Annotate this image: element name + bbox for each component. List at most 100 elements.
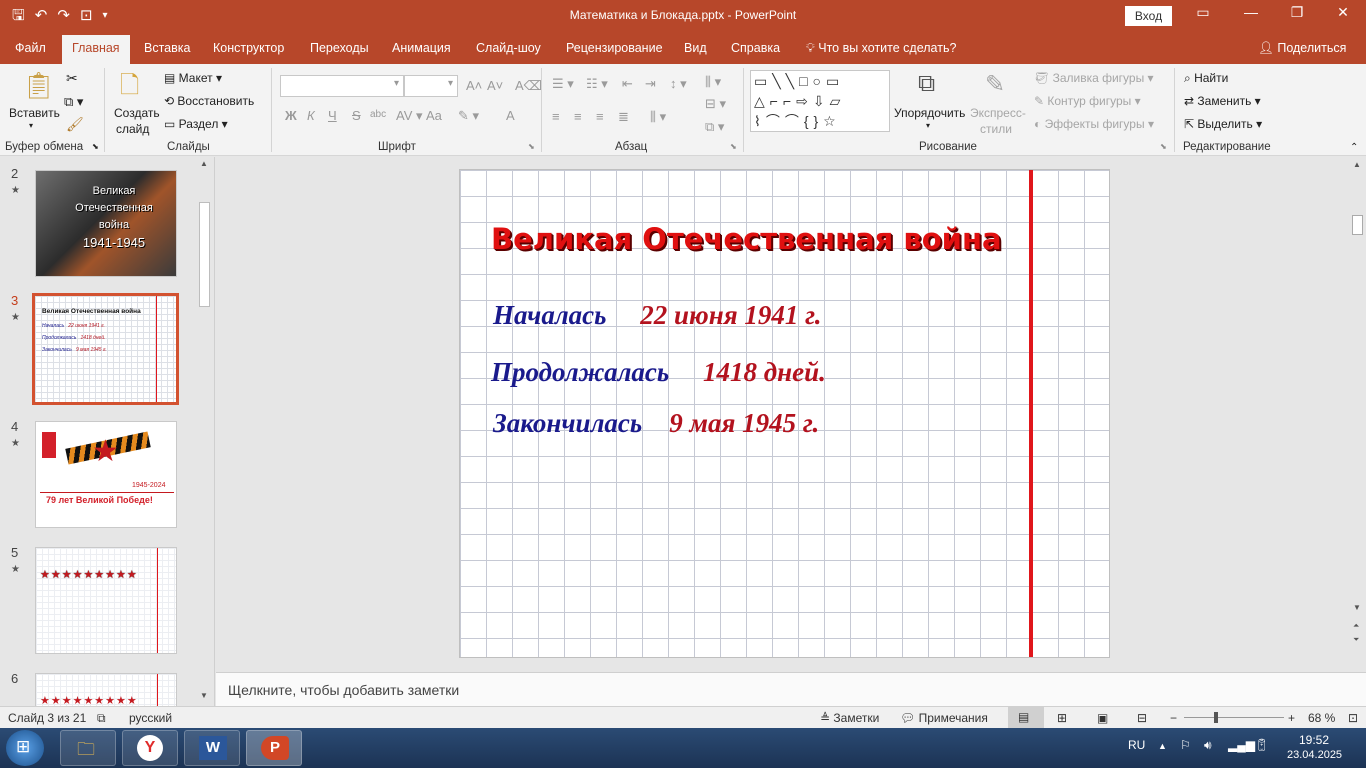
reset-button[interactable]: ⟲ Восстановить [164, 94, 254, 108]
paragraph-launcher-icon[interactable]: ⬊ [730, 142, 737, 151]
next-slide-icon[interactable]: ⏷ [1353, 635, 1359, 645]
section-button[interactable]: ▭ Раздел ▾ [164, 117, 228, 131]
slide-title[interactable]: Великая Отечественная война [491, 222, 1002, 256]
action-center-icon[interactable]: ⚐ [1180, 738, 1191, 752]
shape-outline-button[interactable]: ✎ Контур фигуры ▾ [1034, 94, 1141, 108]
char-spacing-icon[interactable]: AV ▾ [396, 108, 423, 124]
tab-design[interactable]: Конструктор [213, 41, 284, 55]
zoom-slider[interactable] [1184, 717, 1284, 718]
arrange-dropdown-icon[interactable]: ▾ [926, 121, 930, 130]
clock-time[interactable]: 19:52 [1299, 733, 1329, 747]
current-slide[interactable]: Великая Отечественная война Началась 22 … [459, 169, 1110, 658]
tab-view[interactable]: Вид [684, 41, 707, 55]
comments-button[interactable]: 💬︎ Примечания [900, 711, 988, 725]
font-color-button[interactable]: A [506, 108, 515, 123]
highlight-icon[interactable]: ✎ ▾ [458, 108, 479, 124]
increase-indent-icon[interactable]: ⇥ [645, 76, 656, 92]
format-painter-icon[interactable]: 🖌︎ [66, 116, 84, 133]
clear-format-icon[interactable]: A⌫ [515, 78, 542, 94]
shape-effects-button[interactable]: ◐ Эффекты фигуры ▾ [1034, 117, 1154, 131]
close-button[interactable]: ✕ [1320, 4, 1366, 21]
align-right-icon[interactable]: ≡ [596, 109, 604, 124]
arrange-icon[interactable]: ⧉ [918, 70, 935, 98]
show-hidden-icons-icon[interactable]: ▲ [1158, 741, 1167, 751]
scroll-up-icon[interactable]: ▲ [1353, 160, 1361, 169]
font-family-combo[interactable]: ▾ [280, 75, 404, 97]
strikethrough-button[interactable]: S [352, 108, 361, 123]
drawing-launcher-icon[interactable]: ⬊ [1160, 142, 1167, 151]
tab-slideshow[interactable]: Слайд-шоу [476, 41, 541, 55]
word-taskbar-button[interactable]: W [184, 730, 240, 766]
change-case-button[interactable]: Aa [426, 108, 442, 123]
new-slide-label-2[interactable]: слайд [116, 122, 149, 136]
language-indicator[interactable]: русский [129, 711, 172, 725]
minimize-button[interactable]: — [1228, 4, 1274, 20]
normal-view-button[interactable]: ▤ [1008, 707, 1044, 728]
text-direction-icon[interactable]: ⫼ ▾ [705, 74, 721, 90]
zoom-in-icon[interactable]: + [1288, 711, 1295, 725]
keyboard-language[interactable]: RU [1128, 738, 1145, 752]
slide-thumbnail-4[interactable]: ★ 1945-2024 79 лет Великой Победе! [35, 421, 177, 528]
fit-to-window-icon[interactable]: ⊡ [1348, 711, 1358, 725]
notes-pane[interactable]: Щелкните, чтобы добавить заметки [216, 672, 1366, 706]
network-icon[interactable]: ▂▄▆ [1228, 738, 1255, 752]
bold-button[interactable]: Ж [285, 108, 297, 123]
collapse-ribbon-icon[interactable]: ⌃ [1350, 142, 1358, 153]
scroll-down-icon[interactable]: ▼ [1353, 603, 1361, 612]
underline-button[interactable]: Ч [328, 108, 337, 123]
scrollbar-thumb[interactable] [199, 202, 210, 307]
copy-icon[interactable]: ⧉ ▾ [64, 94, 83, 110]
decrease-indent-icon[interactable]: ⇤ [622, 76, 633, 92]
paste-button[interactable]: Вставить [9, 106, 60, 120]
thumbnails-scrollbar[interactable]: ▲ ▼ [197, 157, 211, 706]
quick-styles-label-2[interactable]: стили [980, 122, 1012, 136]
volume-icon[interactable]: 🔊︎ [1204, 738, 1212, 753]
canvas-scrollbar[interactable]: ▲ ▼ ⏶ ⏷ [1349, 157, 1366, 669]
notes-placeholder[interactable]: Щелкните, чтобы добавить заметки [228, 682, 459, 698]
scroll-up-icon[interactable]: ▲ [200, 159, 208, 168]
yandex-taskbar-button[interactable]: Y [122, 730, 178, 766]
numbering-icon[interactable]: ☷ ▾ [586, 76, 608, 92]
zoom-out-icon[interactable]: − [1170, 711, 1177, 725]
tab-file[interactable]: Файл [15, 41, 46, 55]
arrange-button[interactable]: Упорядочить [894, 106, 965, 120]
slideshow-view-icon[interactable]: ⊟ [1137, 711, 1147, 725]
tab-transitions[interactable]: Переходы [310, 41, 369, 55]
scroll-down-icon[interactable]: ▼ [200, 691, 208, 700]
quick-styles-label-1[interactable]: Экспресс- [970, 106, 1026, 120]
restore-button[interactable]: ❐ [1274, 4, 1320, 21]
smartart-icon[interactable]: ⧉ ▾ [705, 119, 724, 135]
ribbon-display-options-icon[interactable]: ▭ [1180, 4, 1226, 21]
new-slide-label-1[interactable]: Создать [114, 106, 160, 120]
find-button[interactable]: ⌕ Найти [1184, 71, 1228, 86]
columns-icon[interactable]: ⫼ ▾ [650, 109, 666, 125]
tab-animations[interactable]: Анимация [392, 41, 451, 55]
bullets-icon[interactable]: ☰ ▾ [552, 76, 574, 92]
cut-icon[interactable]: ✂ [66, 70, 78, 87]
powerpoint-taskbar-button[interactable]: P [246, 730, 302, 766]
quick-styles-icon[interactable]: ✎ [985, 70, 1005, 99]
spellcheck-icon[interactable]: ⧉ [97, 711, 106, 726]
previous-slide-icon[interactable]: ⏶ [1353, 621, 1359, 631]
font-launcher-icon[interactable]: ⬊ [528, 142, 535, 151]
slide-row-duration[interactable]: Продолжалась 1418 дней. [491, 357, 826, 388]
align-left-icon[interactable]: ≡ [552, 109, 560, 124]
reading-view-icon[interactable]: ▣ [1097, 711, 1108, 725]
slide-thumbnail-5[interactable]: ★★★★★★★★★ [35, 547, 177, 654]
slide-row-start[interactable]: Началась 22 июня 1941 г. [493, 300, 822, 331]
shadow-button[interactable]: abc [370, 109, 386, 120]
align-center-icon[interactable]: ≡ [574, 109, 582, 124]
paste-dropdown-icon[interactable]: ▾ [29, 121, 33, 130]
tab-home[interactable]: Главная [62, 35, 130, 64]
italic-button[interactable]: К [307, 108, 315, 123]
slide-counter[interactable]: Слайд 3 из 21 [8, 711, 86, 725]
clipboard-launcher-icon[interactable]: ⬊ [92, 142, 99, 151]
tell-me-search[interactable]: 💡︎ Что вы хотите сделать? [806, 41, 956, 56]
shrink-font-icon[interactable]: A˅ [487, 78, 503, 93]
justify-icon[interactable]: ≣ [618, 109, 629, 125]
signin-button[interactable]: Вход [1125, 6, 1172, 26]
slide-row-end[interactable]: Закончилась 9 мая 1945 г. [493, 408, 819, 439]
slide-thumbnail-2[interactable]: Великая Отечественная война 1941-1945 [35, 170, 177, 277]
grow-font-icon[interactable]: A˄ [466, 78, 482, 93]
select-button[interactable]: ⇱ Выделить ▾ [1184, 117, 1262, 131]
